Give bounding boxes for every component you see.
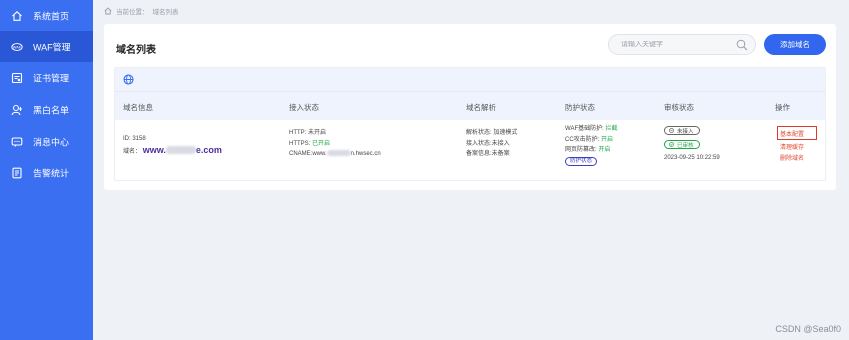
redacted-mask	[326, 150, 351, 157]
redacted-mask	[165, 146, 196, 155]
approved-badge: 已审核	[664, 140, 700, 149]
record-info: 备案信息:未备案	[466, 151, 510, 157]
sidebar-item-alarm-stats[interactable]: 告警统计	[0, 157, 93, 188]
https-label: HTTPS:	[289, 140, 313, 147]
column-header: 审核状态	[664, 103, 694, 112]
sidebar-item-waf[interactable]: WAF WAF管理	[0, 31, 93, 62]
user-list-icon	[11, 104, 23, 116]
anti-tamper-value: 开启	[598, 147, 611, 153]
sidebar-item-label: 证书管理	[33, 73, 70, 83]
waf-value: 拦截	[605, 126, 618, 132]
cname-prefix: CNAME:www.	[289, 151, 327, 157]
cc-value: 开启	[601, 136, 614, 143]
globe-icon	[123, 74, 134, 85]
svg-text:WAF: WAF	[13, 45, 22, 49]
domain-label: 域名：	[123, 148, 142, 155]
domain-list-panel: 域名列表 添加域名 域名信息 接入状态 域名解析 防护状态 审核状态 操作 ID…	[104, 24, 836, 190]
cc-label: CC攻击防护:	[565, 136, 602, 143]
anti-tamper-label: 网页防篡改:	[565, 147, 599, 153]
home-icon	[11, 10, 23, 22]
table-group-header	[115, 68, 825, 91]
basic-config-link[interactable]: 基本配置	[780, 129, 804, 138]
column-header: 防护状态	[565, 103, 595, 112]
column-header: 接入状态	[289, 103, 319, 112]
add-domain-button[interactable]: 添加域名	[764, 34, 826, 55]
cname-suffix: n.hwsec.cn	[350, 151, 381, 157]
search-box	[608, 34, 756, 55]
minus-circle-icon	[669, 128, 674, 133]
delete-domain-link[interactable]: 删除域名	[780, 153, 804, 162]
breadcrumb-current: 域名列表	[152, 9, 179, 16]
search-input[interactable]	[621, 41, 731, 48]
not-connected-badge: 未接入	[664, 126, 700, 135]
sidebar: 系统首页 WAF WAF管理 证书管理 黑白名单 消息中心 告警统计	[0, 0, 93, 340]
message-icon	[11, 136, 23, 148]
review-time: 2023-09-25 10:22:59	[664, 155, 720, 161]
table-row: ID: 3158 域名： www. e.com HTTP: 未开启 HTTPS: …	[115, 120, 825, 180]
check-circle-icon	[669, 142, 674, 147]
access-state: 接入状态:未接入	[466, 140, 510, 147]
sidebar-item-certificate[interactable]: 证书管理	[0, 62, 93, 93]
column-header: 域名解析	[466, 103, 496, 112]
domain-link[interactable]: www. e.com	[143, 145, 222, 155]
certificate-icon	[11, 72, 23, 84]
column-header: 操作	[775, 103, 790, 112]
search-icon[interactable]	[736, 39, 748, 51]
access-status-cell: HTTP: 未开启 HTTPS: 已开启 CNAME:www. n.hwsec.c…	[289, 128, 381, 160]
column-header: 域名信息	[123, 103, 153, 112]
sidebar-item-label: 黑白名单	[33, 105, 70, 115]
waf-label: WAF基础防护:	[565, 126, 606, 132]
page-title: 域名列表	[116, 45, 156, 56]
dns-resolve-cell: 解析状态: 加速模式 接入状态:未接入 备案信息:未备案	[466, 128, 517, 160]
home-icon[interactable]	[104, 7, 112, 15]
https-value: 已开启	[312, 140, 331, 147]
domain-table: 域名信息 接入状态 域名解析 防护状态 审核状态 操作 ID: 3158 域名：…	[114, 67, 826, 181]
domain-info-cell: ID: 3158 域名： www. e.com	[123, 134, 222, 157]
table-header: 域名信息 接入状态 域名解析 防护状态 审核状态 操作	[115, 91, 825, 120]
sidebar-item-label: 消息中心	[33, 137, 70, 147]
report-icon	[11, 167, 23, 179]
waf-icon: WAF	[11, 41, 23, 53]
resolve-status: 解析状态: 加速模式	[466, 130, 518, 136]
sidebar-item-home[interactable]: 系统首页	[0, 0, 93, 31]
domain-id: ID: 3158	[123, 136, 146, 142]
sidebar-item-message-center[interactable]: 消息中心	[0, 126, 93, 157]
sidebar-item-blackwhite-list[interactable]: 黑白名单	[0, 94, 93, 125]
protection-status-tag[interactable]: 防护状态	[565, 156, 598, 166]
protection-status-cell: WAF基础防护: 拦截 CC攻击防护: 开启 网页防篡改: 开启 防护状态	[565, 124, 617, 166]
sidebar-item-label: 系统首页	[33, 11, 70, 21]
breadcrumb: 当前位置： 域名列表	[104, 5, 179, 17]
watermark: CSDN @Sea0f0	[775, 324, 841, 334]
clear-cache-link[interactable]: 清理缓存	[780, 142, 804, 151]
breadcrumb-prefix: 当前位置：	[116, 9, 149, 16]
sidebar-item-label: 告警统计	[33, 168, 70, 178]
sidebar-item-label: WAF管理	[33, 42, 71, 52]
http-status: HTTP: 未开启	[289, 130, 326, 136]
